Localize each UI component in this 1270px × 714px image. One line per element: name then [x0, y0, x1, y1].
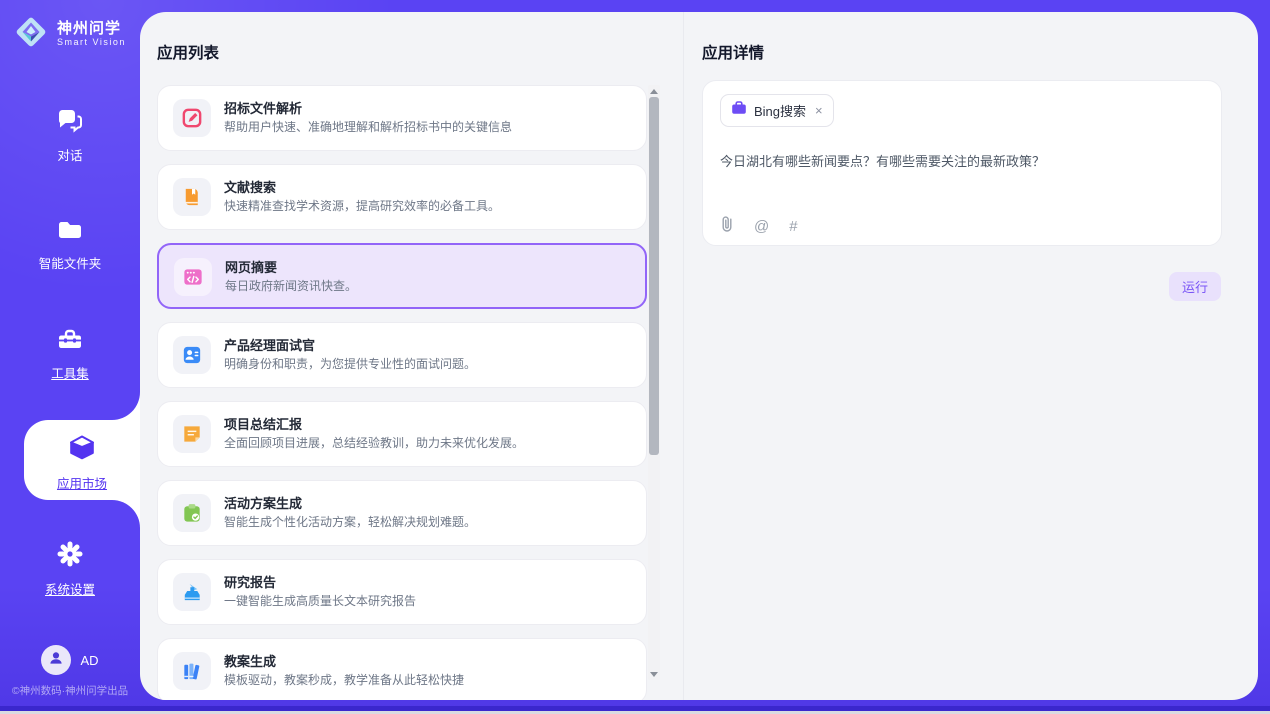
app-card-title: 文献搜索	[224, 177, 276, 196]
app-card-bid-analysis[interactable]: 招标文件解析 帮助用户快速、准确地理解和解析招标书中的关键信息	[157, 85, 647, 151]
sidebar-item-label: 智能文件夹	[0, 253, 140, 272]
sidebar-item-label: 对话	[0, 145, 140, 164]
app-card-literature-search[interactable]: 文献搜索 快速精准查找学术资源，提高研究效率的必备工具。	[157, 164, 647, 230]
app-card-title: 研究报告	[224, 572, 276, 591]
chat-icon	[56, 121, 84, 138]
book-icon	[173, 178, 211, 216]
sidebar-item-toolset[interactable]: 工具集	[0, 326, 140, 382]
sidebar-item-label: 应用市场	[24, 473, 140, 492]
sidebar-item-app-market[interactable]: 应用市场	[24, 420, 140, 500]
main-panel: 应用列表 招标文件解析 帮助用户快速、准确地理解和解析招标书中的关键信息	[140, 12, 1258, 700]
close-icon[interactable]: ×	[815, 104, 823, 117]
brand-name: 神州问学	[57, 21, 126, 38]
tool-chip-label: Bing搜索	[754, 101, 806, 120]
person-icon	[47, 649, 65, 672]
folder-icon	[56, 229, 84, 246]
app-card-description: 模板驱动，教案秒成，教学准备从此轻松快捷	[224, 671, 464, 688]
briefcase-icon	[731, 101, 747, 120]
cube-icon	[66, 451, 98, 468]
app-card-description: 全面回顾项目进展，总结经验教训，助力未来优化发展。	[224, 434, 524, 451]
app-card-activity-plan[interactable]: 活动方案生成 智能生成个性化活动方案，轻松解决规划难题。	[157, 480, 647, 546]
app-card-title: 活动方案生成	[224, 493, 302, 512]
sidebar-item-label: 系统设置	[0, 579, 140, 598]
sidebar-item-chat[interactable]: 对话	[0, 108, 140, 164]
pen-square-icon	[173, 99, 211, 137]
toolbox-icon	[56, 339, 84, 356]
mention-icon[interactable]: @	[754, 218, 769, 235]
app-card-description: 明确身份和职责，为您提供专业性的面试问题。	[224, 355, 476, 372]
note-icon	[173, 415, 211, 453]
app-card-title: 教案生成	[224, 651, 276, 670]
clipboard-check-icon	[173, 494, 211, 532]
browser-code-icon	[174, 258, 212, 296]
app-list-title: 应用列表	[157, 41, 219, 63]
prompt-card: Bing搜索 × 今日湖北有哪些新闻要点？有哪些需要关注的最新政策？ @ #	[702, 80, 1222, 246]
sidebar-item-label: 工具集	[0, 363, 140, 382]
pane-divider	[683, 12, 684, 700]
app-card-description: 帮助用户快速、准确地理解和解析招标书中的关键信息	[224, 118, 512, 135]
active-tab-bottom-curve	[112, 500, 140, 528]
scroll-down-button[interactable]	[648, 668, 660, 680]
app-card-web-summary[interactable]: 网页摘要 每日政府新闻资讯快查。	[157, 243, 647, 309]
app-card-title: 项目总结汇报	[224, 414, 302, 433]
app-card-description: 快速精准查找学术资源，提高研究效率的必备工具。	[224, 197, 500, 214]
sidebar: 神州问学 Smart Vision 对话 智能文件夹	[0, 0, 140, 706]
diamond-logo-icon	[12, 13, 50, 56]
paperclip-icon[interactable]	[720, 215, 734, 237]
hash-icon[interactable]: #	[789, 218, 797, 235]
run-button[interactable]: 运行	[1169, 272, 1221, 301]
app-card-description: 一键智能生成高质量长文本研究报告	[224, 592, 416, 609]
app-detail-title: 应用详情	[702, 41, 764, 63]
ink-bottle-icon	[173, 573, 211, 611]
sidebar-item-smart-folder[interactable]: 智能文件夹	[0, 218, 140, 272]
app-window: 神州问学 Smart Vision 对话 智能文件夹	[0, 0, 1270, 714]
app-card-title: 招标文件解析	[224, 98, 302, 117]
user-profile[interactable]: AD	[0, 645, 140, 675]
app-card-description: 每日政府新闻资讯快查。	[225, 277, 357, 294]
tool-chip-bing-search[interactable]: Bing搜索 ×	[720, 94, 834, 127]
brand-logo: 神州问学 Smart Vision	[12, 13, 126, 56]
app-card-description: 智能生成个性化活动方案，轻松解决规划难题。	[224, 513, 476, 530]
app-card-title: 产品经理面试官	[224, 335, 315, 354]
brand-tagline: Smart Vision	[57, 38, 126, 48]
app-card-pm-interviewer[interactable]: 产品经理面试官 明确身份和职责，为您提供专业性的面试问题。	[157, 322, 647, 388]
app-card-research-report[interactable]: 研究报告 一键智能生成高质量长文本研究报告	[157, 559, 647, 625]
user-name: AD	[80, 653, 98, 668]
sidebar-item-settings[interactable]: 系统设置	[0, 540, 140, 598]
avatar	[41, 645, 71, 675]
app-list-scrollbar[interactable]	[648, 85, 660, 680]
scroll-up-button[interactable]	[648, 85, 660, 97]
scrollbar-thumb[interactable]	[649, 97, 659, 455]
interviewer-icon	[173, 336, 211, 374]
app-card-project-summary[interactable]: 项目总结汇报 全面回顾项目进展，总结经验教训，助力未来优化发展。	[157, 401, 647, 467]
books-icon	[173, 652, 211, 690]
composer-toolbar: @ #	[720, 215, 798, 237]
prompt-question-text[interactable]: 今日湖北有哪些新闻要点？有哪些需要关注的最新政策？	[720, 151, 1200, 170]
gear-icon	[56, 555, 84, 572]
active-tab-top-curve	[112, 392, 140, 420]
app-card-title: 网页摘要	[225, 257, 277, 276]
app-card-lesson-plan[interactable]: 教案生成 模板驱动，教案秒成，教学准备从此轻松快捷	[157, 638, 647, 700]
copyright-text: ©神州数码·神州问学出品	[0, 683, 140, 698]
